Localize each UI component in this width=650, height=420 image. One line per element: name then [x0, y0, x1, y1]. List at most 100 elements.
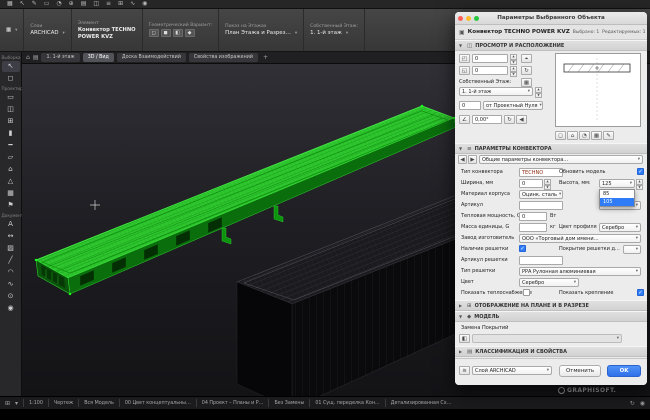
height-stepper[interactable]: ▲▼	[636, 179, 643, 188]
view-tab-story[interactable]: 1. 1-й этаж	[41, 53, 79, 62]
param-combo-height[interactable]: 125	[599, 179, 635, 188]
rotate-icon[interactable]: ↻	[521, 66, 532, 75]
close-button[interactable]	[458, 16, 463, 21]
y-stepper[interactable]: ▲▼	[510, 66, 517, 75]
param-checkbox-show-heat[interactable]	[523, 289, 530, 296]
camera-icon[interactable]: ◉	[142, 0, 147, 8]
home-story-combo[interactable]: 1. 1-й этаж	[459, 87, 533, 96]
grid-snap-icon[interactable]: ▦	[521, 78, 532, 87]
anchor-x-icon[interactable]: ◰	[459, 54, 470, 63]
param-combo-grille-cover[interactable]	[623, 245, 641, 254]
statusbar-item-pen-set[interactable]: 00 Цвет концептуальны…	[125, 401, 191, 406]
line-tool[interactable]: ╱	[2, 255, 20, 266]
param-combo-material[interactable]: Оцинк. сталь	[519, 190, 563, 199]
zoom-button[interactable]	[474, 16, 479, 21]
window-tool[interactable]: ⊞	[2, 116, 20, 127]
section-plan-display[interactable]: ⊞ ОТОБРАЖЕНИЕ НА ПЛАНЕ И В РАЗРЕЗЕ	[455, 300, 647, 311]
story-display-value[interactable]: План Этажа и Разрез…	[225, 30, 297, 36]
params-page-forward-icon[interactable]: ▶	[468, 155, 477, 164]
column-tool[interactable]: ▮	[2, 128, 20, 139]
param-field-power[interactable]	[519, 212, 547, 221]
geometry-variant-4-icon[interactable]: ◆	[185, 29, 195, 37]
toolbar-element-group[interactable]: Элемент Конвектор TECHNO POWER KVZ	[72, 9, 143, 51]
wall-tool[interactable]: ▭	[2, 92, 20, 103]
layer-group-value[interactable]: ARCHICAD	[30, 30, 64, 36]
arrow-tool[interactable]: ↖	[2, 61, 20, 72]
arc-tool[interactable]: ◠	[2, 267, 20, 278]
target-icon[interactable]: ⌖	[521, 54, 532, 63]
object-tool[interactable]: ⚑	[2, 200, 20, 211]
toolbar-home-story-group[interactable]: Собственный Этаж: 1. 1-й этаж	[304, 9, 365, 51]
minimize-button[interactable]	[466, 16, 471, 21]
door-tool[interactable]: ◫	[2, 104, 20, 115]
statusbar-item-overrides[interactable]: Без Замены	[274, 401, 304, 406]
geometry-variant-1-icon[interactable]: ◻	[149, 29, 159, 37]
section-convector-params[interactable]: ≡ ПАРАМЕТРЫ КОНВЕКТОРА	[455, 143, 647, 154]
preview-front-icon[interactable]: ⌂	[567, 131, 578, 140]
dialog-titlebar[interactable]: Параметры Выбранного Объекта	[455, 12, 647, 25]
marquee-tool[interactable]: ◻	[2, 73, 20, 84]
layer-combo[interactable]: Слой ARCHICAD	[472, 366, 552, 375]
select-icon[interactable]: ↖	[20, 0, 25, 8]
section-model[interactable]: ◆ МОДЕЛЬ	[455, 311, 647, 322]
view-tab-images[interactable]: Свойства изображений	[189, 53, 258, 62]
position-x-field[interactable]	[472, 54, 508, 63]
param-combo-profile-color[interactable]: Серебро	[599, 223, 641, 232]
target-icon[interactable]: ◉	[640, 400, 645, 407]
window-icon[interactable]: ⊞	[118, 0, 123, 8]
toolbar-options-group[interactable]: ▦	[0, 9, 24, 51]
statusbar-item-detail-level[interactable]: Детализированная Сх…	[391, 401, 452, 406]
door-icon[interactable]: ◫	[93, 0, 99, 8]
position-y-field[interactable]	[472, 66, 508, 75]
add-icon[interactable]: ⊕	[69, 0, 74, 8]
box-icon[interactable]: ▭	[44, 0, 50, 8]
param-field-grille-article[interactable]	[519, 256, 563, 265]
anchor-y-icon[interactable]: ◱	[459, 66, 470, 75]
view-tab-board[interactable]: Доска Взаимодействий	[117, 53, 186, 62]
layers-icon[interactable]: ▤	[81, 0, 87, 8]
rotation-angle-field[interactable]	[472, 115, 502, 124]
ok-button[interactable]: OK	[607, 365, 641, 377]
elevation-datum-combo[interactable]: от Проектный Нуля	[483, 101, 543, 110]
grid-icon[interactable]: ▦	[7, 0, 13, 8]
shell-tool[interactable]: △	[2, 176, 20, 187]
pane-icon[interactable]: ⊞	[5, 400, 10, 407]
preview-3d-icon[interactable]: ◔	[579, 131, 590, 140]
mirror-icon[interactable]: ◀	[516, 115, 527, 124]
add-tab-button[interactable]: +	[261, 54, 270, 61]
geometry-variant-3-icon[interactable]: ◧	[173, 29, 183, 37]
param-field-article[interactable]	[519, 201, 563, 210]
tree-icon[interactable]: ▤	[33, 54, 39, 61]
width-stepper[interactable]: ▲▼	[544, 179, 551, 188]
cancel-button[interactable]: Отменить	[559, 365, 601, 377]
section-classification[interactable]: ▤ КЛАССИФИКАЦИЯ И СВОЙСТВА	[455, 346, 647, 357]
param-field-mass[interactable]	[519, 223, 547, 232]
section-preview-position[interactable]: ◫ ПРОСМОТР И РАСПОЛОЖЕНИЕ	[455, 40, 647, 51]
params-page-back-icon[interactable]: ◀	[458, 155, 467, 164]
param-checkbox-show-mount[interactable]	[637, 289, 644, 296]
param-combo-grille-type[interactable]: РРА Рулонная алюминиевая	[519, 267, 641, 276]
statusbar-item-renovation-filter[interactable]: 01 Сущ. переделка Кон…	[315, 401, 379, 406]
roof-tool[interactable]: ⌂	[2, 164, 20, 175]
geometry-variant-2-icon[interactable]: ◼	[161, 29, 171, 37]
params-page-combo[interactable]: Общие параметры конвектора…	[479, 155, 643, 164]
hotspot-tool[interactable]: ⊙	[2, 291, 20, 302]
spline-tool[interactable]: ∿	[2, 279, 20, 290]
rotate-icon[interactable]: ◔	[56, 0, 61, 8]
preview-axon-icon[interactable]: ▦	[591, 131, 602, 140]
slab-tool[interactable]: ▱	[2, 152, 20, 163]
preview-plan-icon[interactable]: ◻	[555, 131, 566, 140]
view-tab-3d[interactable]: 3D / Вид	[83, 53, 114, 62]
param-checkbox-update-model[interactable]	[637, 168, 644, 175]
height-option-105[interactable]: 105	[600, 198, 634, 206]
options-icon[interactable]: ▦	[6, 27, 11, 33]
home-icon[interactable]: ⌂	[26, 54, 30, 61]
param-combo-color[interactable]: Серебро	[519, 278, 579, 287]
story-stepper[interactable]: ▲▼	[535, 87, 542, 96]
spline-icon[interactable]: ∿	[130, 0, 135, 8]
paint-bucket-icon[interactable]: ◧	[459, 334, 470, 343]
chevron-icon[interactable]: ▾	[15, 400, 18, 407]
preview-notes-icon[interactable]: ✎	[603, 131, 614, 140]
height-option-85[interactable]: 85	[600, 190, 634, 198]
x-stepper[interactable]: ▲▼	[510, 54, 517, 63]
